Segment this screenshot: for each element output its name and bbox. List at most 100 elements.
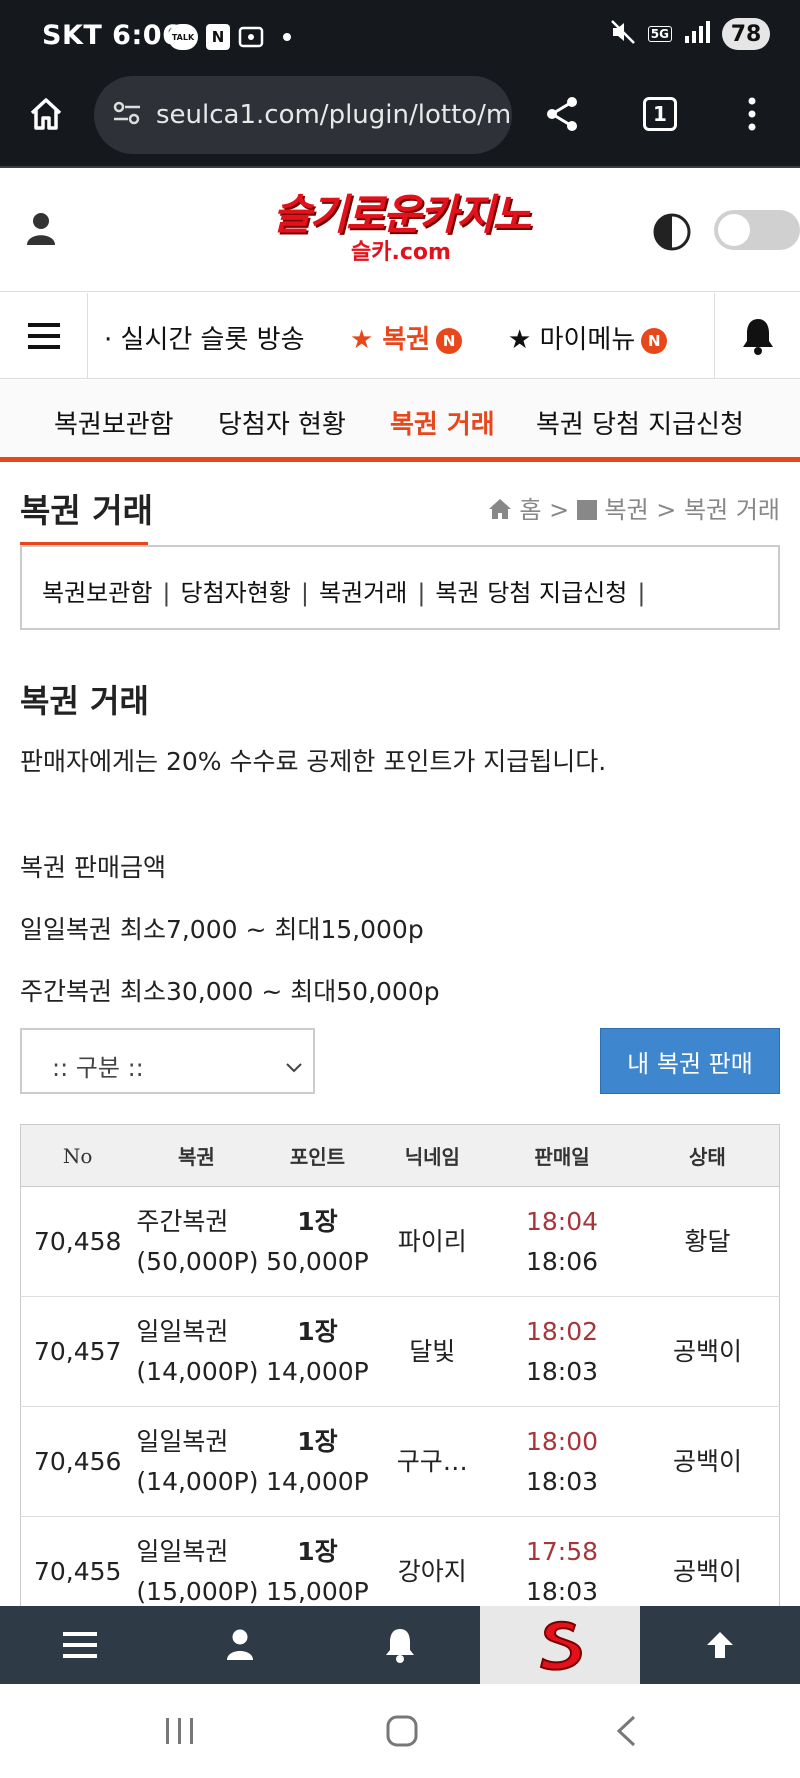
home-icon[interactable] xyxy=(488,496,520,524)
seller-nickname[interactable]: 구구… xyxy=(376,1406,489,1517)
sub-nav: 복권보관함 당첨자 현황 복권 거래 복권 당첨 지급신청 xyxy=(0,380,800,462)
lottery-trade-table: No 복권 포인트 닉네임 판매일 상태 70,458 주간복권 (50,000P… xyxy=(20,1124,780,1627)
sub-nav-lottery-storage[interactable]: 복권보관함 xyxy=(54,404,174,441)
more-menu-button[interactable] xyxy=(716,78,788,150)
site-settings-icon[interactable] xyxy=(112,98,142,135)
ticket-qty: 1장 xyxy=(297,1536,338,1566)
buyer-status: 공백이 xyxy=(635,1406,780,1517)
main-nav: · 실시간 슬롯 방송 ★ 복권 N ★ 마이메뉴 N xyxy=(0,293,800,379)
breadcrumb-lottery[interactable]: 복권 xyxy=(604,496,648,524)
bottom-logo-button[interactable] xyxy=(480,1606,640,1684)
table-row[interactable]: 70,458 주간복권 (50,000P) 1장 50,000P 파이리 18:04… xyxy=(20,1186,780,1297)
col-header-ticket: 복권 xyxy=(134,1124,259,1187)
breadcrumb-home[interactable]: 홈 xyxy=(519,496,541,524)
logo-sub-text: 슬카.com xyxy=(351,240,451,265)
daily-price-range: 일일복권 최소7,000 ~ 최대15,000p xyxy=(20,915,424,944)
link-lottery-trade[interactable]: 복권거래 xyxy=(319,579,407,607)
chevron-down-icon xyxy=(285,1052,303,1080)
mute-icon xyxy=(610,19,636,49)
bottom-toolbar xyxy=(0,1606,800,1684)
nav-item-live-slots[interactable]: · 실시간 슬롯 방송 xyxy=(104,319,305,356)
site-logo[interactable]: 슬기로운카지노 슬카.com xyxy=(256,190,546,272)
link-separator: | xyxy=(637,579,646,607)
col-header-sale-date: 판매일 xyxy=(488,1124,636,1187)
listed-time: 18:00 xyxy=(526,1426,599,1456)
signal-icon xyxy=(684,20,710,48)
nav-item-lottery[interactable]: ★ 복권 N xyxy=(350,319,463,356)
sell-my-lottery-button[interactable]: 내 복권 판매 xyxy=(600,1028,780,1094)
weekly-price-range: 주간복권 최소30,000 ~ 최대50,000p xyxy=(20,977,440,1006)
link-payout-request[interactable]: 복권 당첨 지급신청 xyxy=(435,579,627,607)
link-lottery-storage[interactable]: 복권보관함 xyxy=(42,579,152,607)
dark-mode-toggle[interactable] xyxy=(714,210,800,250)
bottom-user-button[interactable] xyxy=(160,1606,320,1684)
battery-indicator: 78 xyxy=(722,18,770,50)
link-separator: | xyxy=(162,579,171,607)
new-badge: N xyxy=(641,327,668,354)
tab-switcher-button[interactable]: 1 xyxy=(624,78,696,150)
screenshot-icon xyxy=(238,24,264,50)
listed-time: 18:04 xyxy=(526,1206,599,1236)
sub-nav-winners[interactable]: 당첨자 현황 xyxy=(218,404,346,441)
listed-time: 17:58 xyxy=(526,1536,599,1566)
ticket-type: 일일복권 xyxy=(136,1426,229,1456)
naver-notification-icon: N xyxy=(206,24,230,50)
sub-nav-lottery-trade[interactable]: 복권 거래 xyxy=(390,404,495,441)
table-row[interactable]: 70,456 일일복권 (14,000P) 1장 14,000P 구구… 18:00… xyxy=(20,1406,780,1517)
notification-bell-button[interactable] xyxy=(714,293,800,379)
buyer-status: 황달 xyxy=(635,1186,780,1297)
browser-toolbar: seulca1.com/plugin/lotto/m 1 xyxy=(0,72,800,168)
quick-link-box: 복권보관함 | 당첨자현황 | 복권거래 | 복권 당첨 지급신청 | xyxy=(20,545,780,630)
col-header-status: 상태 xyxy=(635,1124,780,1187)
ticket-points: 50,000P xyxy=(266,1246,369,1276)
page-title: 복권 거래 xyxy=(20,491,153,530)
table-header-row: No 복권 포인트 닉네임 판매일 상태 xyxy=(20,1124,780,1187)
breadcrumb-current: 복권 거래 xyxy=(684,496,780,524)
recent-apps-button[interactable] xyxy=(150,1706,210,1756)
buyer-status: 공백이 xyxy=(635,1296,780,1407)
seller-nickname[interactable]: 파이리 xyxy=(376,1186,489,1297)
site-header: 슬기로운카지노 슬카.com xyxy=(0,170,800,292)
sold-time: 18:03 xyxy=(526,1466,599,1496)
user-icon[interactable] xyxy=(26,212,56,250)
hamburger-menu-button[interactable] xyxy=(0,293,88,379)
sold-time: 18:03 xyxy=(526,1356,599,1386)
price-heading: 복권 판매금액 xyxy=(20,853,166,882)
fee-notice: 판매자에게는 20% 수수료 공제한 포인트가 지급됩니다. xyxy=(20,747,607,776)
link-separator: | xyxy=(417,579,426,607)
square-icon xyxy=(576,500,597,520)
ticket-points: 14,000P xyxy=(266,1356,369,1386)
breadcrumb-sep: > xyxy=(656,496,677,524)
toggle-knob xyxy=(718,214,750,246)
sub-nav-payout-request[interactable]: 복권 당첨 지급신청 xyxy=(536,404,744,441)
bottom-bell-button[interactable] xyxy=(320,1606,480,1684)
dot-icon xyxy=(282,24,292,50)
system-nav-bar xyxy=(0,1684,800,1778)
home-button[interactable] xyxy=(10,78,82,150)
category-select[interactable]: :: 구분 :: xyxy=(20,1028,315,1094)
nav-item-my-menu[interactable]: ★ 마이메뉴 N xyxy=(508,319,668,356)
seller-nickname[interactable]: 달빛 xyxy=(376,1296,489,1407)
ticket-price: (14,000P) xyxy=(136,1356,259,1386)
home-nav-button[interactable] xyxy=(372,1706,432,1756)
col-header-nickname: 닉네임 xyxy=(376,1124,489,1187)
share-button[interactable] xyxy=(526,78,598,150)
select-value: :: 구분 :: xyxy=(52,1054,144,1082)
back-button[interactable] xyxy=(596,1706,656,1756)
url-text: seulca1.com/plugin/lotto/m xyxy=(156,100,512,130)
row-no: 70,456 xyxy=(20,1406,135,1517)
row-no: 70,458 xyxy=(20,1186,135,1297)
breadcrumb: 홈 > 복권 > 복권 거래 xyxy=(488,490,780,525)
row-no: 70,457 xyxy=(20,1296,135,1407)
address-bar[interactable]: seulca1.com/plugin/lotto/m xyxy=(94,76,512,154)
scroll-top-button[interactable] xyxy=(640,1606,800,1684)
breadcrumb-sep: > xyxy=(549,496,570,524)
contrast-icon[interactable] xyxy=(652,212,692,256)
table-row[interactable]: 70,457 일일복권 (14,000P) 1장 14,000P 달빛 18:02 1… xyxy=(20,1296,780,1407)
bottom-menu-button[interactable] xyxy=(0,1606,160,1684)
nav-item-label: ★ 복권 xyxy=(350,325,431,355)
section-title: 복권 거래 xyxy=(20,682,149,720)
sold-time: 18:06 xyxy=(526,1246,599,1276)
link-winners[interactable]: 당첨자현황 xyxy=(181,579,291,607)
ticket-qty: 1장 xyxy=(297,1316,338,1346)
